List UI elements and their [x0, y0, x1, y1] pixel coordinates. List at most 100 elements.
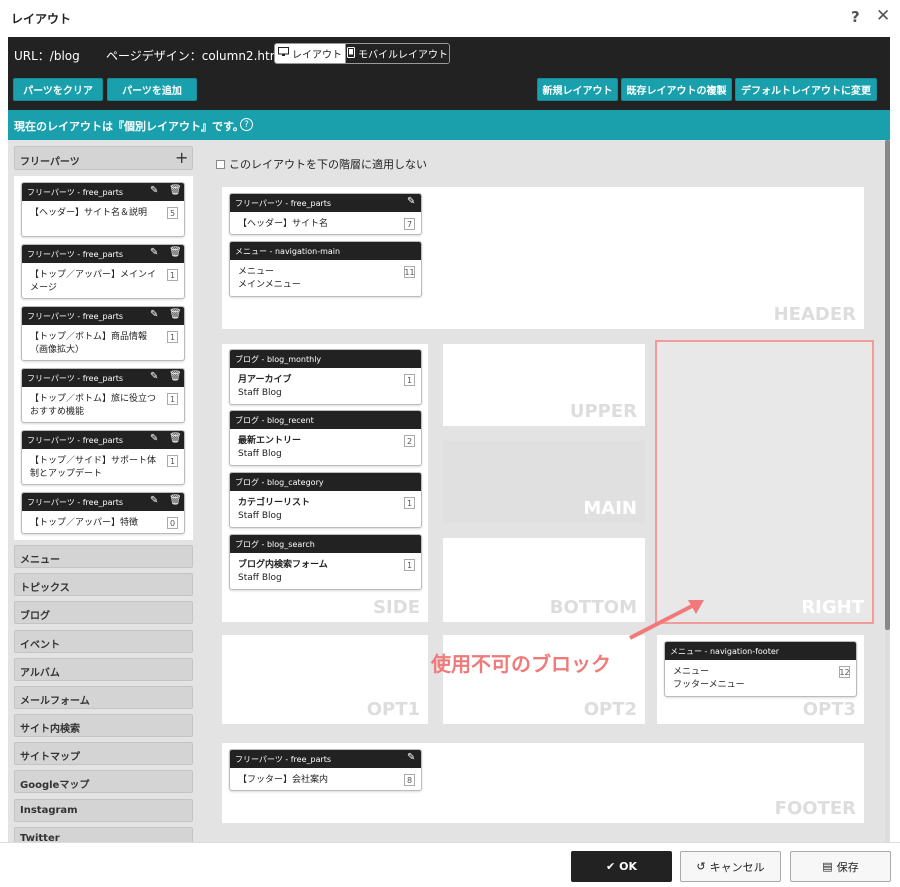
ok-label: OK — [619, 860, 638, 873]
layout-toolbar: パーツをクリア パーツを追加 新規レイアウト 既存レイアウトの複製 デフォルトレ… — [8, 70, 890, 110]
region-label: UPPER — [569, 401, 637, 422]
usage-count: 1 — [167, 455, 178, 467]
category-blog[interactable]: ブログ — [14, 601, 193, 624]
tab-mobile-layout[interactable]: モバイルレイアウト — [345, 44, 449, 63]
category-event[interactable]: イベント — [14, 630, 193, 653]
no-inherit-label: このレイアウトを下の階層に適用しない — [229, 158, 427, 171]
category-instagram[interactable]: Instagram — [14, 799, 193, 822]
part-name: 【フッター】会社案内 — [238, 775, 329, 785]
save-button[interactable]: ▤ 保存 — [790, 851, 891, 882]
sidebar-part-card[interactable]: フリーパーツ - free_parts ✎ 🗑 【トップ／アッパー】特徴 0 — [21, 492, 185, 534]
cancel-button[interactable]: ↺ キャンセル — [680, 851, 781, 882]
sidebar-part-card[interactable]: フリーパーツ - free_parts ✎ 🗑 【トップ／サイド】サポート体制とア… — [21, 430, 185, 485]
part-subname: Staff Blog — [238, 449, 282, 459]
tab-layout[interactable]: レイアウト — [275, 44, 345, 63]
sidebar-part-card[interactable]: フリーパーツ - free_parts ✎ 🗑 【ヘッダー】サイト名＆説明 5 — [21, 182, 185, 237]
category-menu[interactable]: メニュー — [14, 545, 193, 568]
category-sitemap[interactable]: サイトマップ — [14, 742, 193, 765]
region-header[interactable]: HEADER フリーパーツ - free_parts ✎ 【ヘッダー】サイト名 7… — [222, 187, 864, 329]
part-subname: フッターメニュー — [673, 680, 745, 690]
layout-part-card[interactable]: ブログ - blog_category カテゴリーリスト Staff Blog 1 — [229, 472, 422, 528]
part-type: メニュー - navigation-main — [235, 247, 341, 256]
default-layout-button[interactable]: デフォルトレイアウトに変更 — [735, 78, 877, 101]
part-type: ブログ - blog_monthly — [235, 355, 322, 364]
new-layout-button[interactable]: 新規レイアウト — [537, 78, 618, 101]
ok-button[interactable]: ✔ OK — [571, 851, 672, 882]
pencil-icon[interactable]: ✎ — [150, 371, 158, 382]
region-side[interactable]: SIDE ブログ - blog_monthly 月アーカイブ Staff Blog… — [222, 344, 428, 622]
annotation-arrow-icon — [629, 600, 704, 640]
usage-count: 0 — [167, 517, 178, 529]
layout-info-text: 現在のレイアウトは『個別レイアウト』です。 — [14, 120, 244, 133]
usage-count: 1 — [404, 559, 415, 571]
layout-part-card[interactable]: ブログ - blog_recent 最新エントリー Staff Blog 2 — [229, 410, 422, 466]
part-subname: Staff Blog — [238, 388, 282, 398]
category-site-search[interactable]: サイト内検索 — [14, 714, 193, 737]
help-icon[interactable]: ? — [851, 8, 860, 26]
trash-icon[interactable]: 🗑 — [169, 433, 182, 444]
pencil-icon[interactable]: ✎ — [150, 433, 158, 444]
layout-part-card[interactable]: フリーパーツ - free_parts ✎ 【フッター】会社案内 8 — [229, 749, 422, 791]
trash-icon[interactable]: 🗑 — [169, 247, 182, 258]
cancel-label: キャンセル — [709, 860, 765, 874]
dialog-footer: ✔ OK ↺ キャンセル ▤ 保存 — [0, 842, 900, 887]
dialog-title: レイアウト — [11, 12, 72, 26]
part-name: 【トップ／アッパー】メインイメージ — [30, 270, 157, 293]
no-inherit-checkbox[interactable] — [216, 159, 225, 169]
region-label: OPT2 — [583, 699, 637, 720]
document-icon: ▤ — [822, 860, 833, 873]
part-type: ブログ - blog_category — [235, 478, 324, 487]
category-mailform[interactable]: メールフォーム — [14, 686, 193, 709]
close-icon[interactable]: ✕ — [876, 6, 890, 26]
part-type: フリーパーツ - free_parts — [27, 312, 124, 321]
sidebar-part-card[interactable]: フリーパーツ - free_parts ✎ 🗑 【トップ／アッパー】メインイメージ… — [21, 244, 185, 299]
category-topics[interactable]: トピックス — [14, 573, 193, 596]
layout-part-card[interactable]: フリーパーツ - free_parts ✎ 【ヘッダー】サイト名 7 — [229, 193, 422, 235]
part-type: フリーパーツ - free_parts — [235, 199, 332, 208]
add-parts-button[interactable]: パーツを追加 — [107, 78, 197, 101]
clear-parts-button[interactable]: パーツをクリア — [13, 78, 103, 101]
usage-count: 8 — [404, 774, 415, 786]
plus-icon[interactable]: + — [175, 148, 188, 167]
sidebar-part-card[interactable]: フリーパーツ - free_parts ✎ 🗑 【トップ／ボトム】旅に役立つおすす… — [21, 368, 185, 423]
free-parts-header[interactable]: フリーパーツ + — [14, 146, 193, 170]
duplicate-layout-button[interactable]: 既存レイアウトの複製 — [621, 78, 732, 101]
monitor-icon — [278, 47, 289, 60]
layout-part-card[interactable]: メニュー - navigation-main メニュー メインメニュー 11 — [229, 241, 422, 297]
category-twitter[interactable]: Twitter — [14, 827, 193, 842]
part-subname: メインメニュー — [238, 280, 301, 290]
trash-icon[interactable]: 🗑 — [169, 309, 182, 320]
pencil-icon[interactable]: ✎ — [150, 495, 158, 506]
pencil-icon[interactable]: ✎ — [407, 196, 415, 207]
sidebar-part-card[interactable]: フリーパーツ - free_parts ✎ 🗑 【トップ／ボトム】商品情報（画像拡… — [21, 306, 185, 361]
layout-part-card[interactable]: ブログ - blog_search ブログ内検索フォーム Staff Blog 1 — [229, 534, 422, 590]
usage-count: 7 — [404, 218, 415, 230]
no-inherit-checkbox-row[interactable]: このレイアウトを下の階層に適用しない — [216, 156, 427, 172]
category-google-map[interactable]: Googleマップ — [14, 770, 193, 793]
question-icon[interactable]: ? — [240, 118, 253, 131]
part-name: 【トップ／ボトム】旅に役立つおすすめ機能 — [30, 394, 157, 417]
region-label: MAIN — [583, 498, 637, 519]
pencil-icon[interactable]: ✎ — [150, 247, 158, 258]
region-footer[interactable]: FOOTER フリーパーツ - free_parts ✎ 【フッター】会社案内 8 — [222, 743, 864, 823]
part-name: メニュー — [238, 267, 275, 277]
part-name: 【トップ／サイド】サポート体制とアップデート — [30, 456, 157, 479]
region-opt1[interactable]: OPT1 — [222, 635, 428, 724]
pencil-icon[interactable]: ✎ — [407, 752, 415, 763]
part-name: 【トップ／ボトム】商品情報（画像拡大） — [30, 332, 148, 355]
usage-count: 1 — [167, 269, 178, 281]
part-subname: Staff Blog — [238, 573, 282, 583]
trash-icon[interactable]: 🗑 — [169, 185, 182, 196]
pencil-icon[interactable]: ✎ — [150, 309, 158, 320]
layout-part-card[interactable]: ブログ - blog_monthly 月アーカイブ Staff Blog 1 — [229, 349, 422, 405]
pencil-icon[interactable]: ✎ — [150, 185, 158, 196]
scrollbar-thumb[interactable] — [885, 140, 890, 630]
trash-icon[interactable]: 🗑 — [169, 495, 182, 506]
part-type: フリーパーツ - free_parts — [235, 755, 332, 764]
region-upper[interactable]: UPPER — [443, 344, 645, 426]
category-album[interactable]: アルバム — [14, 658, 193, 681]
usage-count: 1 — [167, 331, 178, 343]
part-type: フリーパーツ - free_parts — [27, 188, 124, 197]
trash-icon[interactable]: 🗑 — [169, 371, 182, 382]
region-main: MAIN — [443, 441, 645, 523]
